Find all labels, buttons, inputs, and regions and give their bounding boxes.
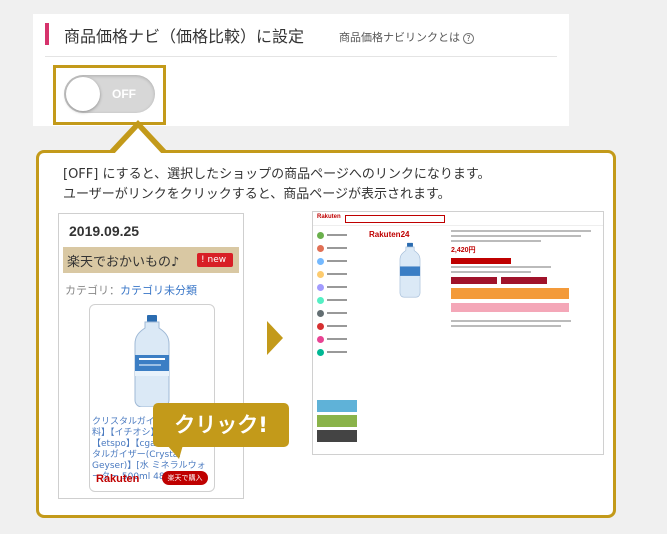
post-title-bar: 楽天でおかいもの♪ ! new	[63, 247, 239, 273]
page-main-logo: Rakuten24	[369, 230, 410, 239]
page-product-details: 2,420円	[451, 230, 599, 330]
explanation-text: [OFF] にすると、選択したショップの商品ページへのリンクになります。 ユーザ…	[63, 165, 491, 205]
category-link[interactable]: カテゴリ未分類	[120, 284, 197, 297]
sidebar-row	[317, 308, 361, 318]
post-title[interactable]: 楽天でおかいもの♪	[67, 251, 179, 270]
help-link-text[interactable]: 商品価格ナビリンクとは	[339, 31, 460, 44]
toggle-state-label: OFF	[112, 87, 136, 101]
sidebar-banner	[317, 415, 357, 427]
explanation-line-1: [OFF] にすると、選択したショップの商品ページへのリンクになります。	[63, 167, 491, 182]
new-badge: ! new	[197, 253, 233, 267]
question-circle-icon[interactable]: ?	[463, 33, 474, 44]
sidebar-row	[317, 334, 361, 344]
water-bottle-image[interactable]	[130, 315, 174, 407]
page-action-buttons	[451, 277, 599, 284]
rakuten-logo: Rakuten	[96, 473, 140, 485]
sidebar-banner	[317, 430, 357, 442]
product-page-screenshot: Rakuten Rakuten24 2,420円	[312, 211, 604, 455]
sidebar-row	[317, 269, 361, 279]
header-divider	[45, 56, 557, 57]
click-bubble-tail	[167, 445, 183, 459]
sidebar-row	[317, 256, 361, 266]
page-cart-button	[451, 288, 569, 299]
toggle-highlight-frame: OFF	[53, 65, 166, 125]
settings-title: 商品価格ナビ（価格比較）に設定	[64, 27, 305, 46]
buy-on-rakuten-button[interactable]: 楽天で購入	[162, 471, 208, 485]
header-accent-bar	[45, 23, 49, 45]
product-link-card[interactable]: クリスタルガイザー【送料無料】【イチオシ】【bnad01】【etspo】【cga…	[89, 304, 215, 492]
new-badge-label: new	[207, 255, 227, 265]
page-search-bar	[345, 215, 445, 223]
post-category: カテゴリ：カテゴリ未分類	[65, 282, 197, 298]
click-bubble: クリック!	[153, 403, 289, 447]
blog-post-preview: 2019.09.25 楽天でおかいもの♪ ! new カテゴリ：カテゴリ未分類 …	[58, 213, 244, 499]
help-link[interactable]: 商品価格ナビリンクとは?	[339, 29, 474, 45]
exclamation-icon: !	[201, 255, 205, 265]
price-navi-toggle[interactable]: OFF	[64, 75, 155, 113]
sidebar-row	[317, 230, 361, 240]
page-site-logo: Rakuten	[317, 214, 341, 220]
page-price: 2,420円	[451, 247, 476, 254]
sidebar-row	[317, 321, 361, 331]
explanation-line-2: ユーザーがリンクをクリックすると、商品ページが表示されます。	[63, 187, 451, 202]
page-product-image	[399, 242, 421, 298]
toggle-knob[interactable]	[66, 77, 100, 111]
sidebar-row	[317, 347, 361, 357]
sidebar-row	[317, 243, 361, 253]
page-regular-button	[451, 303, 569, 312]
page-header: Rakuten	[313, 212, 603, 226]
page-coupon-button	[451, 258, 511, 264]
explanation-callout: [OFF] にすると、選択したショップの商品ページへのリンクになります。 ユーザ…	[36, 150, 616, 518]
callout-pointer-fill	[113, 128, 163, 155]
triangle-right-icon	[267, 321, 283, 355]
sidebar-banner	[317, 400, 357, 412]
category-label: カテゴリ：	[65, 284, 120, 297]
sidebar-row	[317, 282, 361, 292]
sidebar-row	[317, 295, 361, 305]
post-date: 2019.09.25	[69, 223, 140, 239]
